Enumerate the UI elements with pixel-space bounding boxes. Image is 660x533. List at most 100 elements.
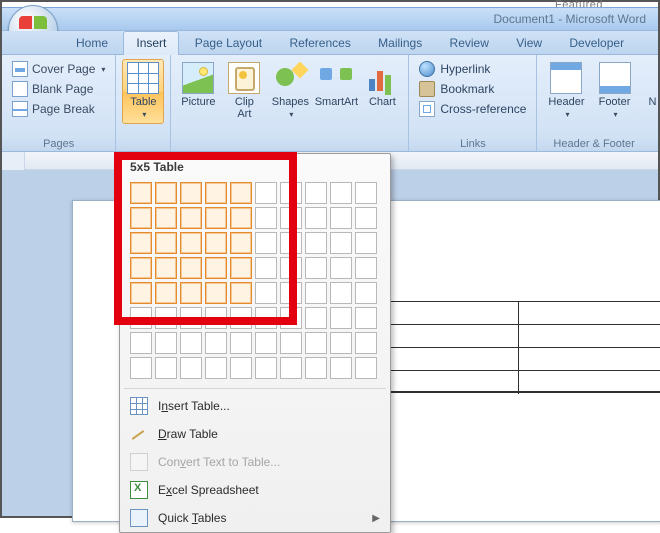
picture-button[interactable]: Picture xyxy=(177,59,219,111)
grid-cell[interactable] xyxy=(155,257,177,279)
grid-cell[interactable] xyxy=(330,332,352,354)
grid-cell[interactable] xyxy=(355,282,377,304)
tab-mailings[interactable]: Mailings xyxy=(366,32,434,56)
grid-cell[interactable] xyxy=(230,282,252,304)
grid-cell[interactable] xyxy=(355,207,377,229)
page-break-button[interactable]: Page Break xyxy=(8,99,109,119)
grid-cell[interactable] xyxy=(180,232,202,254)
tab-home[interactable]: Home xyxy=(64,32,120,56)
quick-tables-menuitem[interactable]: Quick Tables ▶ xyxy=(120,504,390,532)
grid-cell[interactable] xyxy=(305,307,327,329)
crossref-button[interactable]: Cross-reference xyxy=(415,99,530,119)
grid-cell[interactable] xyxy=(305,182,327,204)
grid-cell[interactable] xyxy=(330,307,352,329)
tab-review[interactable]: Review xyxy=(438,32,501,56)
grid-cell[interactable] xyxy=(305,357,327,379)
table-cell[interactable] xyxy=(519,371,660,394)
grid-cell[interactable] xyxy=(230,232,252,254)
grid-cell[interactable] xyxy=(205,182,227,204)
grid-cell[interactable] xyxy=(155,207,177,229)
grid-cell[interactable] xyxy=(280,357,302,379)
grid-cell[interactable] xyxy=(130,282,152,304)
grid-cell[interactable] xyxy=(155,332,177,354)
grid-cell[interactable] xyxy=(155,282,177,304)
tab-references[interactable]: References xyxy=(277,32,362,56)
insert-table-menuitem[interactable]: Insert Table... xyxy=(120,392,390,420)
grid-cell[interactable] xyxy=(205,232,227,254)
grid-cell[interactable] xyxy=(130,207,152,229)
table-button[interactable]: Table▾ xyxy=(122,59,164,124)
grid-cell[interactable] xyxy=(230,182,252,204)
grid-cell[interactable] xyxy=(355,332,377,354)
grid-cell[interactable] xyxy=(280,332,302,354)
tab-page-layout[interactable]: Page Layout xyxy=(183,32,274,56)
grid-cell[interactable] xyxy=(280,182,302,204)
grid-cell[interactable] xyxy=(180,257,202,279)
grid-cell[interactable] xyxy=(130,307,152,329)
footer-button[interactable]: Footer▾ xyxy=(594,59,636,124)
tab-insert[interactable]: Insert xyxy=(123,31,179,55)
grid-cell[interactable] xyxy=(130,182,152,204)
grid-cell[interactable] xyxy=(205,357,227,379)
grid-cell[interactable] xyxy=(180,282,202,304)
grid-cell[interactable] xyxy=(330,282,352,304)
grid-cell[interactable] xyxy=(230,357,252,379)
grid-cell[interactable] xyxy=(305,282,327,304)
grid-cell[interactable] xyxy=(305,332,327,354)
grid-cell[interactable] xyxy=(230,207,252,229)
grid-cell[interactable] xyxy=(255,257,277,279)
grid-cell[interactable] xyxy=(180,182,202,204)
bookmark-button[interactable]: Bookmark xyxy=(415,79,530,99)
excel-spreadsheet-menuitem[interactable]: Excel Spreadsheet xyxy=(120,476,390,504)
grid-cell[interactable] xyxy=(330,232,352,254)
grid-cell[interactable] xyxy=(130,357,152,379)
draw-table-menuitem[interactable]: Draw Table xyxy=(120,420,390,448)
grid-cell[interactable] xyxy=(355,357,377,379)
grid-cell[interactable] xyxy=(305,232,327,254)
grid-cell[interactable] xyxy=(255,332,277,354)
smartart-button[interactable]: SmartArt xyxy=(315,59,357,111)
grid-cell[interactable] xyxy=(355,257,377,279)
grid-cell[interactable] xyxy=(330,257,352,279)
table-cell[interactable] xyxy=(519,302,660,324)
grid-cell[interactable] xyxy=(205,332,227,354)
chart-button[interactable]: Chart xyxy=(361,59,403,111)
hyperlink-button[interactable]: Hyperlink xyxy=(415,59,530,79)
grid-cell[interactable] xyxy=(280,282,302,304)
grid-cell[interactable] xyxy=(280,207,302,229)
tab-developer[interactable]: Developer xyxy=(557,32,636,56)
grid-cell[interactable] xyxy=(355,232,377,254)
grid-cell[interactable] xyxy=(205,207,227,229)
grid-cell[interactable] xyxy=(155,182,177,204)
tab-view[interactable]: View xyxy=(504,32,554,56)
grid-cell[interactable] xyxy=(130,332,152,354)
grid-cell[interactable] xyxy=(255,182,277,204)
table-size-grid[interactable] xyxy=(120,178,390,385)
grid-cell[interactable] xyxy=(180,307,202,329)
grid-cell[interactable] xyxy=(155,307,177,329)
grid-cell[interactable] xyxy=(205,307,227,329)
grid-cell[interactable] xyxy=(255,282,277,304)
grid-cell[interactable] xyxy=(305,257,327,279)
grid-cell[interactable] xyxy=(230,332,252,354)
grid-cell[interactable] xyxy=(280,257,302,279)
cover-page-button[interactable]: Cover Page ▾ xyxy=(8,59,109,79)
shapes-button[interactable]: Shapes▾ xyxy=(269,59,311,124)
grid-cell[interactable] xyxy=(255,232,277,254)
grid-cell[interactable] xyxy=(130,257,152,279)
grid-cell[interactable] xyxy=(205,257,227,279)
grid-cell[interactable] xyxy=(280,232,302,254)
grid-cell[interactable] xyxy=(180,357,202,379)
grid-cell[interactable] xyxy=(255,307,277,329)
table-cell[interactable] xyxy=(519,348,660,370)
grid-cell[interactable] xyxy=(330,182,352,204)
grid-cell[interactable] xyxy=(205,282,227,304)
blank-page-button[interactable]: Blank Page xyxy=(8,79,109,99)
table-cell[interactable] xyxy=(519,325,660,347)
grid-cell[interactable] xyxy=(155,232,177,254)
page-number-button[interactable]: N xyxy=(640,59,660,111)
grid-cell[interactable] xyxy=(180,207,202,229)
grid-cell[interactable] xyxy=(330,357,352,379)
grid-cell[interactable] xyxy=(180,332,202,354)
grid-cell[interactable] xyxy=(355,182,377,204)
